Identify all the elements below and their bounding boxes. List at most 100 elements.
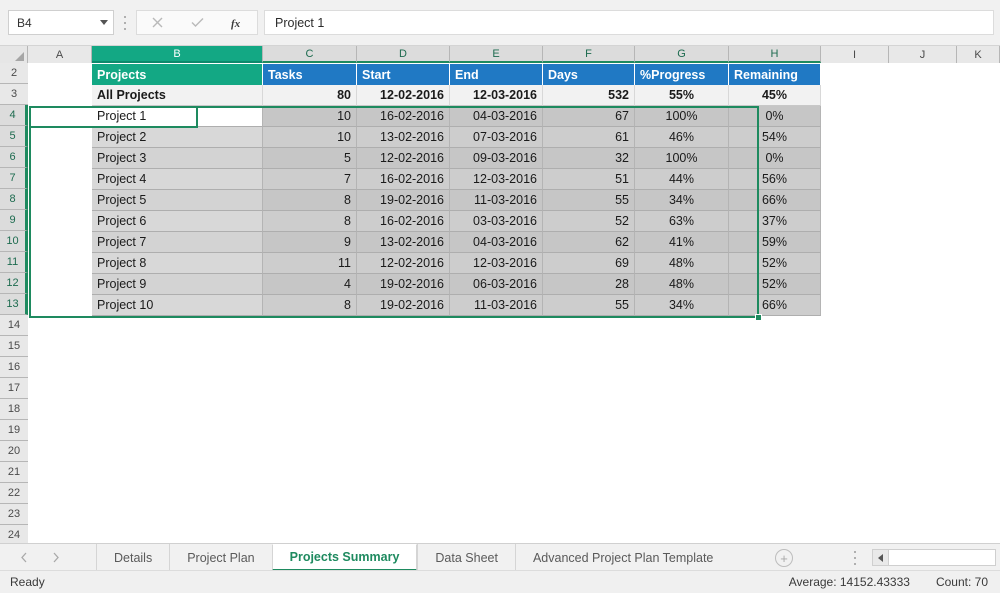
- column-header-e[interactable]: E: [450, 46, 543, 63]
- cell-g7[interactable]: 44%: [635, 169, 729, 190]
- cell-c6[interactable]: 5: [263, 148, 357, 169]
- total-row-tasks[interactable]: 80: [263, 85, 357, 106]
- column-header-a[interactable]: A: [28, 46, 92, 63]
- cell-c4[interactable]: 10: [263, 106, 357, 127]
- row-header-10[interactable]: 10: [0, 231, 28, 252]
- cell-e6[interactable]: 09-03-2016: [450, 148, 543, 169]
- cell-f7[interactable]: 51: [543, 169, 635, 190]
- cell-b8[interactable]: Project 5: [92, 190, 263, 211]
- formula-bar-grip[interactable]: [122, 14, 128, 32]
- column-header-i[interactable]: I: [821, 46, 889, 63]
- sheet-tab-details[interactable]: Details: [96, 544, 169, 571]
- row-header-17[interactable]: 17: [0, 378, 28, 399]
- row-header-20[interactable]: 20: [0, 441, 28, 462]
- row-header-18[interactable]: 18: [0, 399, 28, 420]
- cell-b10[interactable]: Project 7: [92, 232, 263, 253]
- cell-e11[interactable]: 12-03-2016: [450, 253, 543, 274]
- cell-h5[interactable]: 54%: [729, 127, 821, 148]
- total-row-start[interactable]: 12-02-2016: [357, 85, 450, 106]
- cell-d8[interactable]: 19-02-2016: [357, 190, 450, 211]
- cell-d6[interactable]: 12-02-2016: [357, 148, 450, 169]
- table-header-e[interactable]: End: [450, 64, 543, 85]
- cell-c11[interactable]: 11: [263, 253, 357, 274]
- select-all-corner[interactable]: [0, 46, 28, 63]
- row-header-5[interactable]: 5: [0, 126, 28, 147]
- column-header-f[interactable]: F: [543, 46, 635, 63]
- cell-h11[interactable]: 52%: [729, 253, 821, 274]
- row-header-7[interactable]: 7: [0, 168, 28, 189]
- cell-f5[interactable]: 61: [543, 127, 635, 148]
- close-icon[interactable]: [137, 11, 177, 34]
- cell-e8[interactable]: 11-03-2016: [450, 190, 543, 211]
- row-header-4[interactable]: 4: [0, 105, 28, 126]
- chevron-down-icon[interactable]: [95, 11, 113, 34]
- cell-b9[interactable]: Project 6: [92, 211, 263, 232]
- cell-b11[interactable]: Project 8: [92, 253, 263, 274]
- cell-d9[interactable]: 16-02-2016: [357, 211, 450, 232]
- formula-input[interactable]: Project 1: [264, 10, 994, 35]
- cell-h4[interactable]: 0%: [729, 106, 821, 127]
- chevron-right-icon[interactable]: [48, 550, 64, 566]
- cell-e10[interactable]: 04-03-2016: [450, 232, 543, 253]
- cell-f4[interactable]: 67: [543, 106, 635, 127]
- column-header-j[interactable]: J: [889, 46, 957, 63]
- total-row-end[interactable]: 12-03-2016: [450, 85, 543, 106]
- cell-d5[interactable]: 13-02-2016: [357, 127, 450, 148]
- cells-area[interactable]: Projects Tasks Start End Days %Progress Remain…: [29, 64, 1000, 543]
- cell-b4[interactable]: Project 1: [92, 106, 263, 127]
- total-row-days[interactable]: 532: [543, 85, 635, 106]
- row-header-8[interactable]: 8: [0, 189, 28, 210]
- cell-f9[interactable]: 52: [543, 211, 635, 232]
- cell-c10[interactable]: 9: [263, 232, 357, 253]
- cell-c8[interactable]: 8: [263, 190, 357, 211]
- sheet-tab-projects-summary[interactable]: Projects Summary: [271, 544, 418, 571]
- cell-g5[interactable]: 46%: [635, 127, 729, 148]
- cell-h9[interactable]: 37%: [729, 211, 821, 232]
- horizontal-scroll-track[interactable]: [889, 550, 995, 565]
- cell-b13[interactable]: Project 10: [92, 295, 263, 316]
- check-icon[interactable]: [177, 11, 217, 34]
- table-header-h[interactable]: Remaining: [729, 64, 821, 85]
- cell-g8[interactable]: 34%: [635, 190, 729, 211]
- cell-h12[interactable]: 52%: [729, 274, 821, 295]
- row-header-22[interactable]: 22: [0, 483, 28, 504]
- row-header-23[interactable]: 23: [0, 504, 28, 525]
- fx-icon[interactable]: fx: [217, 11, 257, 34]
- column-header-c[interactable]: C: [263, 46, 357, 63]
- row-header-14[interactable]: 14: [0, 315, 28, 336]
- table-header-f[interactable]: Days: [543, 64, 635, 85]
- cell-e7[interactable]: 12-03-2016: [450, 169, 543, 190]
- cell-e13[interactable]: 11-03-2016: [450, 295, 543, 316]
- table-header-c[interactable]: Tasks: [263, 64, 357, 85]
- cell-d11[interactable]: 12-02-2016: [357, 253, 450, 274]
- cell-b7[interactable]: Project 4: [92, 169, 263, 190]
- cell-b5[interactable]: Project 2: [92, 127, 263, 148]
- cell-g6[interactable]: 100%: [635, 148, 729, 169]
- cell-f10[interactable]: 62: [543, 232, 635, 253]
- cell-f12[interactable]: 28: [543, 274, 635, 295]
- row-header-3[interactable]: 3: [0, 84, 28, 105]
- cell-c9[interactable]: 8: [263, 211, 357, 232]
- cell-c7[interactable]: 7: [263, 169, 357, 190]
- row-header-9[interactable]: 9: [0, 210, 28, 231]
- row-header-12[interactable]: 12: [0, 273, 28, 294]
- cell-e4[interactable]: 04-03-2016: [450, 106, 543, 127]
- row-header-2[interactable]: 2: [0, 63, 28, 84]
- table-header-g[interactable]: %Progress: [635, 64, 729, 85]
- cell-g9[interactable]: 63%: [635, 211, 729, 232]
- scroll-left-icon[interactable]: [873, 550, 889, 565]
- table-header-d[interactable]: Start: [357, 64, 450, 85]
- cell-d4[interactable]: 16-02-2016: [357, 106, 450, 127]
- cell-f6[interactable]: 32: [543, 148, 635, 169]
- cell-f8[interactable]: 55: [543, 190, 635, 211]
- horizontal-scroll-grip[interactable]: [852, 551, 857, 565]
- cell-g13[interactable]: 34%: [635, 295, 729, 316]
- cell-c5[interactable]: 10: [263, 127, 357, 148]
- cell-h13[interactable]: 66%: [729, 295, 821, 316]
- column-header-b[interactable]: B: [92, 46, 263, 63]
- cell-d13[interactable]: 19-02-2016: [357, 295, 450, 316]
- chevron-left-icon[interactable]: [16, 550, 32, 566]
- row-header-21[interactable]: 21: [0, 462, 28, 483]
- total-row-progress[interactable]: 55%: [635, 85, 729, 106]
- cell-e12[interactable]: 06-03-2016: [450, 274, 543, 295]
